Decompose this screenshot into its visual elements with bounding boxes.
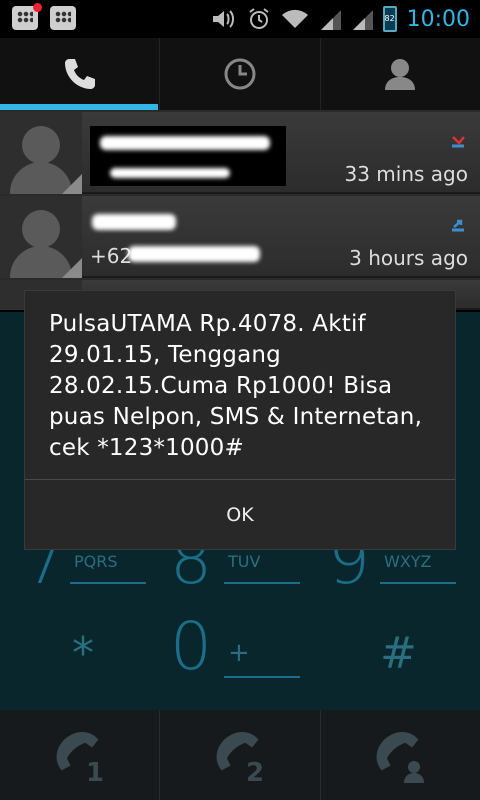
dialog-message: PulsaUTAMA Rp.4078. Aktif 29.01.15, Teng… <box>49 311 423 461</box>
call-sim2-button[interactable]: 2 <box>159 710 319 800</box>
status-clock: 10:00 <box>406 6 470 32</box>
avatar <box>0 112 82 194</box>
call-contact-icon <box>376 731 425 783</box>
battery-icon: 82 <box>382 6 397 32</box>
avatar <box>0 196 82 278</box>
svg-text:1: 1 <box>86 758 104 785</box>
bbm-icon <box>12 3 42 30</box>
tab-contacts[interactable] <box>319 38 480 110</box>
dial-key-hash[interactable]: # <box>380 628 417 679</box>
call-sim1-button[interactable]: 1 <box>0 710 159 800</box>
dial-key-0[interactable]: 0 <box>170 608 212 685</box>
call-sim1-icon: 1 <box>56 731 104 785</box>
tab-bar <box>0 38 480 110</box>
call-button-bar: 1 2 <box>0 710 480 800</box>
call-number: +62 <box>90 244 133 268</box>
call-contact-button[interactable] <box>319 710 480 800</box>
call-sim2-icon: 2 <box>216 731 264 785</box>
battery-level: 82 <box>384 14 395 23</box>
key-letters: TUV <box>228 552 261 571</box>
dial-key-star[interactable]: * <box>72 628 94 679</box>
tab-call-log[interactable] <box>159 38 319 110</box>
outgoing-call-icon <box>452 219 464 232</box>
call-time: 33 mins ago <box>344 162 469 186</box>
tab-phone[interactable] <box>0 38 159 110</box>
signal-icon <box>352 10 373 30</box>
call-log-item[interactable]: 33 mins ago <box>0 112 480 194</box>
key-letters: WXYZ <box>384 552 432 571</box>
call-log-item[interactable]: +62 3 hours ago <box>0 196 480 278</box>
missed-call-icon <box>452 136 465 148</box>
volume-icon <box>212 10 234 28</box>
phone-icon <box>64 59 95 89</box>
call-log-list: 33 mins ago +62 3 hours ago <box>0 110 480 310</box>
status-bar: 82 10:00 <box>0 0 480 38</box>
wifi-icon <box>281 9 308 28</box>
person-icon <box>385 59 416 90</box>
alarm-icon <box>248 8 269 29</box>
svg-text:2: 2 <box>246 758 264 785</box>
bbm-icon <box>50 6 76 30</box>
ussd-dialog: PulsaUTAMA Rp.4078. Aktif 29.01.15, Teng… <box>24 290 456 550</box>
clock-icon <box>224 58 256 90</box>
call-time: 3 hours ago <box>349 246 468 270</box>
ok-button[interactable]: OK <box>25 480 455 550</box>
signal-icon <box>320 10 341 30</box>
key-letters: PQRS <box>74 552 118 571</box>
key-letters: + <box>228 638 250 668</box>
